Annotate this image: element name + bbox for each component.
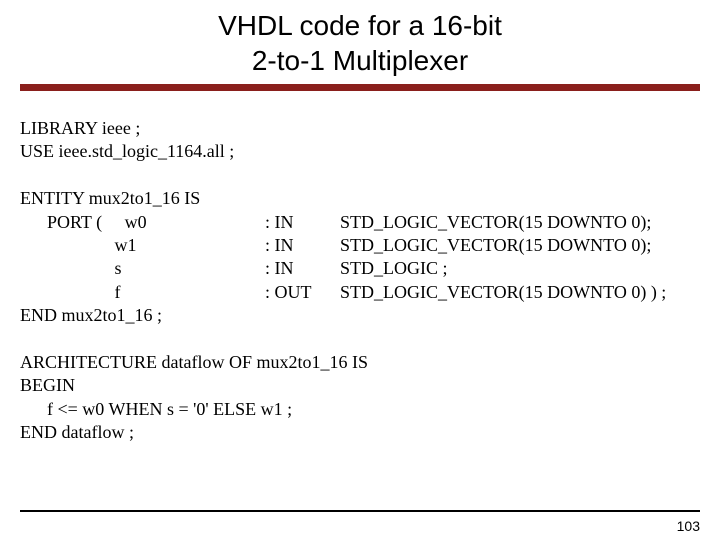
port-name: s — [20, 257, 265, 280]
port-row-0: PORT ( w0 : IN STD_LOGIC_VECTOR(15 DOWNT… — [20, 211, 700, 234]
port-dir: : IN — [265, 234, 340, 257]
port-row-2: s : IN STD_LOGIC ; — [20, 257, 700, 280]
bottom-rule — [20, 510, 700, 512]
page-number: 103 — [677, 518, 700, 534]
port-name: w1 — [20, 234, 265, 257]
title-line-2: 2-to-1 Multiplexer — [0, 43, 720, 78]
port-name: f — [20, 281, 265, 304]
port-dir: : IN — [265, 211, 340, 234]
arch-line-4: END dataflow ; — [20, 421, 700, 444]
port-dir: : OUT — [265, 281, 340, 304]
port-row-1: w1 : IN STD_LOGIC_VECTOR(15 DOWNTO 0); — [20, 234, 700, 257]
library-line-2: USE ieee.std_logic_1164.all ; — [20, 140, 700, 163]
entity-line-1: ENTITY mux2to1_16 IS — [20, 187, 700, 210]
arch-line-1: ARCHITECTURE dataflow OF mux2to1_16 IS — [20, 351, 700, 374]
title-rule-thick — [20, 84, 700, 91]
title-underline-block — [20, 84, 700, 91]
port-type: STD_LOGIC ; — [340, 257, 448, 280]
port-type: STD_LOGIC_VECTOR(15 DOWNTO 0); — [340, 211, 651, 234]
entity-end: END mux2to1_16 ; — [20, 304, 700, 327]
title-line-1: VHDL code for a 16-bit — [0, 8, 720, 43]
arch-line-3: f <= w0 WHEN s = '0' ELSE w1 ; — [20, 398, 700, 421]
arch-line-2: BEGIN — [20, 374, 700, 397]
port-name: PORT ( w0 — [20, 211, 265, 234]
port-dir: : IN — [265, 257, 340, 280]
code-content: LIBRARY ieee ; USE ieee.std_logic_1164.a… — [0, 91, 720, 444]
port-type: STD_LOGIC_VECTOR(15 DOWNTO 0) ) ; — [340, 281, 666, 304]
blank-line — [20, 164, 700, 187]
blank-line — [20, 328, 700, 351]
slide-title: VHDL code for a 16-bit 2-to-1 Multiplexe… — [0, 0, 720, 78]
port-row-3: f : OUT STD_LOGIC_VECTOR(15 DOWNTO 0) ) … — [20, 281, 700, 304]
port-type: STD_LOGIC_VECTOR(15 DOWNTO 0); — [340, 234, 651, 257]
library-line-1: LIBRARY ieee ; — [20, 117, 700, 140]
